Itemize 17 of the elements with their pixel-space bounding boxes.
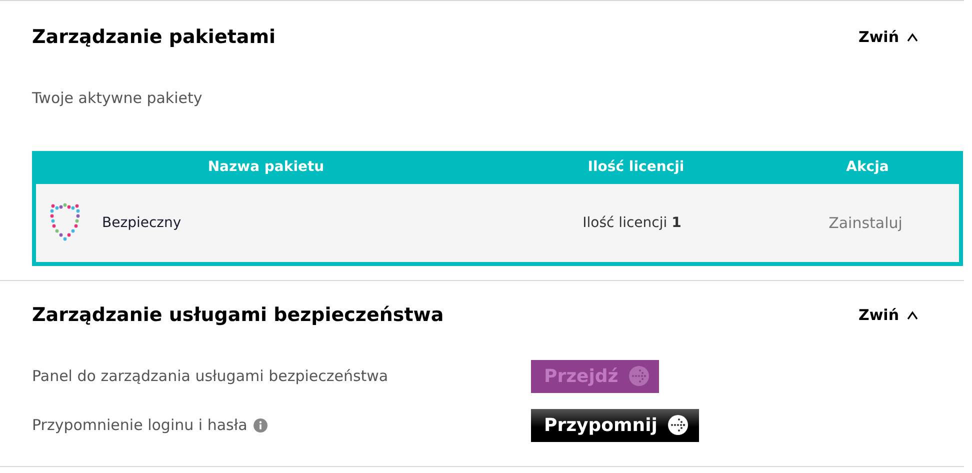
license-count: Ilość licencji 1 (582, 214, 682, 232)
subtitle: Twoje aktywne pakiety (31, 88, 204, 108)
section-title: Zarządzanie pakietami (32, 25, 276, 50)
collapse-toggle[interactable]: Zwiń (858, 26, 918, 48)
caret-icon (907, 310, 918, 320)
column-header: Ilość licencji (586, 158, 686, 177)
collapse-toggle[interactable]: Zwiń (858, 304, 918, 326)
column-header: Nazwa pakietu (206, 158, 326, 177)
package-name: Bezpieczny (102, 214, 182, 232)
row-label: Przypomnienie loginu i hasła (32, 414, 248, 436)
caret-icon (907, 32, 918, 42)
column-header: Akcja (845, 158, 890, 177)
install-link[interactable]: Zainstaluj (828, 214, 902, 232)
info-icon[interactable] (253, 418, 268, 432)
row-label: Panel do zarządzania usługami bezpieczeństwa (32, 366, 388, 387)
section-title: Zarządzanie usługami bezpieczeństwa (32, 303, 444, 328)
action-button[interactable]: Przypomnij (531, 408, 699, 442)
